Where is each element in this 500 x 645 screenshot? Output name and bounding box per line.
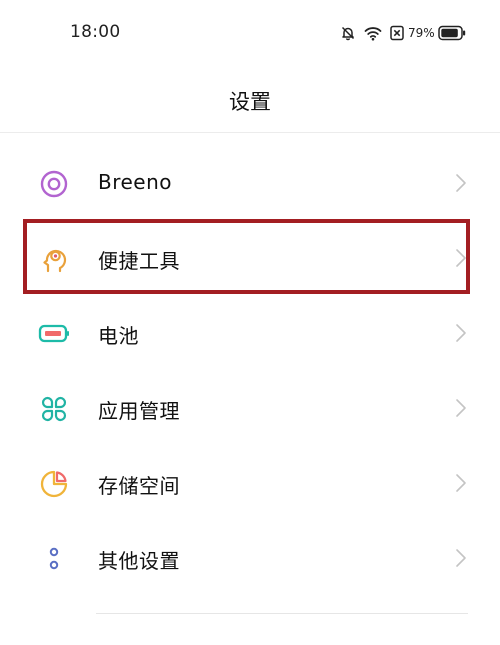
settings-item-storage[interactable]: 存储空间 <box>0 446 500 521</box>
chevron-right-icon <box>454 472 468 494</box>
more-dots-icon <box>38 543 70 575</box>
wifi-icon <box>364 25 382 41</box>
divider <box>96 613 468 614</box>
header: 设置 <box>0 66 500 133</box>
settings-item-battery[interactable]: 电池 <box>0 296 500 371</box>
settings-item-breeno[interactable]: Breeno <box>0 146 500 221</box>
status-time: 18:00 <box>70 22 121 42</box>
chevron-right-icon <box>454 397 468 419</box>
status-icons: 79% <box>340 22 466 44</box>
no-sim-icon <box>390 25 404 41</box>
status-bar: 18:00 79% <box>0 0 500 66</box>
settings-item-label: 电池 <box>98 324 139 348</box>
battery-percent: 79% <box>408 26 435 40</box>
settings-item-label: Breeno <box>98 170 173 194</box>
settings-list: Breeno 便捷工具 电池 应用管理 存储空间 其他设置 <box>0 146 500 596</box>
settings-item-other[interactable]: 其他设置 <box>0 521 500 596</box>
bell-off-icon <box>340 25 356 41</box>
app-grid-icon <box>38 393 70 425</box>
settings-item-app-management[interactable]: 应用管理 <box>0 371 500 446</box>
convenience-tools-icon <box>38 243 70 275</box>
battery-icon <box>38 318 70 350</box>
settings-item-label: 其他设置 <box>98 549 180 573</box>
settings-item-label: 便捷工具 <box>98 249 180 273</box>
breeno-icon <box>38 168 70 200</box>
chevron-right-icon <box>454 172 468 194</box>
chevron-right-icon <box>454 247 468 269</box>
settings-item-label: 存储空间 <box>98 474 180 498</box>
chevron-right-icon <box>454 322 468 344</box>
settings-item-label: 应用管理 <box>98 399 180 423</box>
storage-pie-icon <box>38 468 70 500</box>
chevron-right-icon <box>454 547 468 569</box>
page-title: 设置 <box>229 90 271 114</box>
battery-icon <box>437 25 466 41</box>
settings-item-convenience-tools[interactable]: 便捷工具 <box>0 221 500 296</box>
